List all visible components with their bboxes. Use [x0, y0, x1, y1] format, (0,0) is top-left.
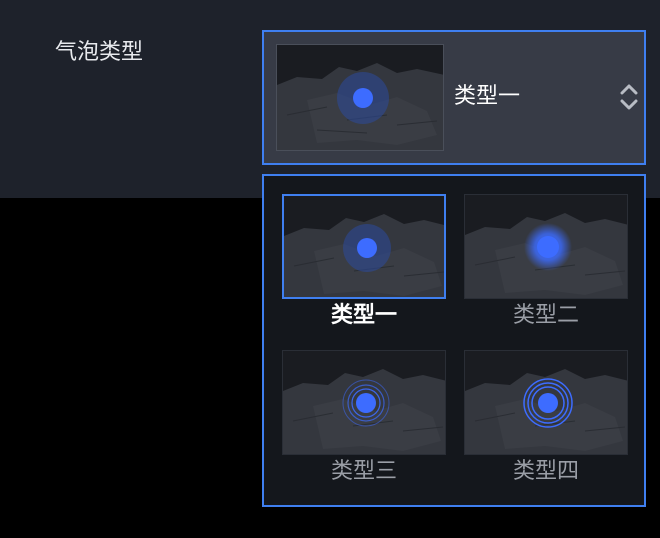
map-preview-image — [283, 351, 445, 454]
bubble-type-label: 气泡类型 — [55, 40, 144, 65]
bubble-type-dropdown: 类型一 类型二 类型三 类型四 — [262, 174, 646, 507]
map-preview-image — [465, 351, 627, 454]
option-label: 类型一 — [330, 303, 397, 328]
option-thumbnail — [282, 194, 446, 299]
option-type-4[interactable]: 类型四 — [464, 350, 628, 490]
bubble-type-select[interactable]: 类型一 — [262, 30, 646, 165]
option-type-2[interactable]: 类型二 — [464, 194, 628, 334]
select-value: 类型一 — [454, 84, 521, 109]
option-thumbnail — [464, 194, 628, 299]
option-label: 类型四 — [512, 459, 579, 484]
option-type-1[interactable]: 类型一 — [282, 194, 446, 334]
map-preview-image — [465, 195, 627, 298]
settings-panel: 气泡类型 类型一 — [0, 0, 660, 198]
option-type-3[interactable]: 类型三 — [282, 350, 446, 490]
option-label: 类型三 — [330, 459, 397, 484]
sort-updown-icon — [620, 84, 638, 110]
option-thumbnail — [282, 350, 446, 455]
selected-preview-thumbnail — [276, 44, 444, 151]
option-label: 类型二 — [512, 303, 579, 328]
map-preview-image — [277, 45, 443, 150]
option-thumbnail — [464, 350, 628, 455]
map-preview-image — [284, 196, 444, 297]
